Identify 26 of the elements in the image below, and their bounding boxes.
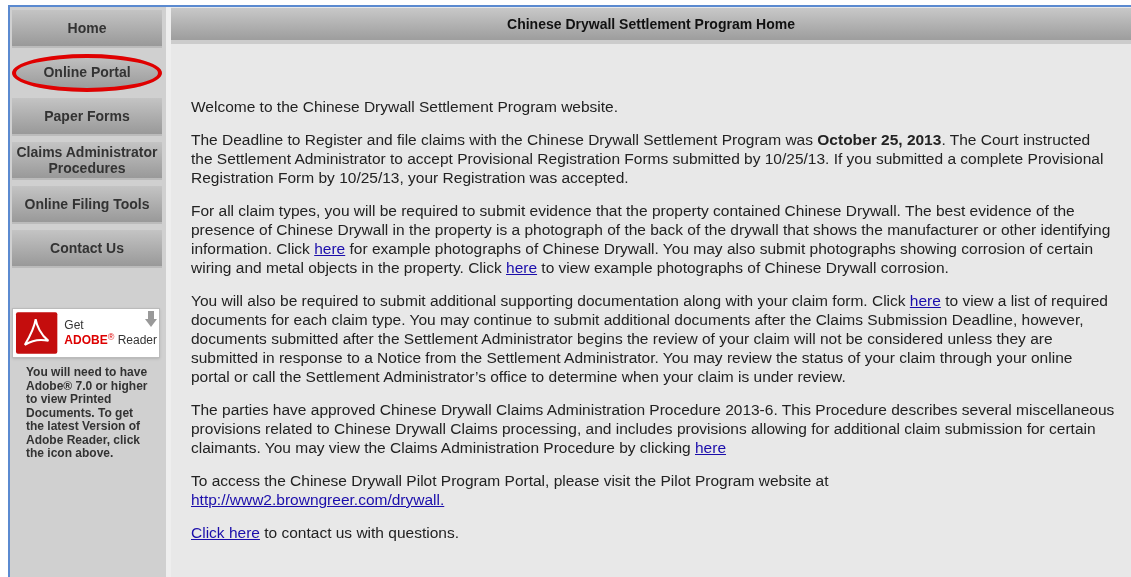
adobe-note: You will need to have Adobe® 7.0 or higher to view Printed Documents. To get the latest Version of Adobe Reader, click the icon above. <box>26 366 149 461</box>
paragraph: You will also be required to submit additional supporting documentation along with your claim form. Click here to view a list of required documents for each claim type. You may continue to submit additional documents after the Claims Submission Deadline, however, documents submitted after the Settlement Administrator begins the review of your claim will not be considered unless they are submitted in response to a Notice from the Settlement Administrator. You may review the status of your claim through your online portal or call the Settlement Administrator’s office to determine when your claim is under review. <box>191 291 1109 386</box>
paragraph: Welcome to the Chinese Drywall Settlement Program website. <box>191 97 619 116</box>
adobe-get-text: Get <box>64 318 84 333</box>
paragraph: The parties have approved Chinese Drywall Claims Administration Procedure 2013-6. This Procedure describes several miscellaneous provisions related to Chinese Drywall Claims processing, and includes provisions allowing for additional claim submission for certain claimants. You may view the Claims Administration Procedure by clicking here <box>191 400 1115 457</box>
nav-button[interactable]: Online Filing Tools <box>12 186 162 224</box>
paragraph: The Deadline to Register and file claims with the Chinese Drywall Settlement Program was October 25, 2013. The Court instructed the Settlement Administrator to accept Provisional Registration Forms submitted by 10/25/13. If you submitted a complete Provisional Registration Form by 10/25/13, your Registration was accepted. <box>191 130 1105 187</box>
download-arrow-icon <box>145 311 157 327</box>
paragraph: To access the Chinese Drywall Pilot Program Portal, please visit the Pilot Program website at http://www2.browngreer.com/drywall. <box>191 471 830 509</box>
pdf-logo-icon <box>15 311 59 355</box>
nav-button[interactable]: Online Portal <box>12 54 162 92</box>
nav-button[interactable]: Home <box>12 10 162 48</box>
nav-button[interactable]: Claims Administrator Procedures <box>12 142 162 180</box>
link[interactable]: here <box>314 240 346 257</box>
link[interactable]: Click here <box>191 524 260 541</box>
nav-button[interactable]: Paper Forms <box>12 98 162 136</box>
paragraph: Click here to contact us with questions. <box>191 523 460 542</box>
adobe-reader-text: ADOBE$^{®}$ Reader <box>64 333 157 348</box>
link[interactable]: http://www2.browngreer.com/drywall. <box>191 491 445 508</box>
link[interactable]: here <box>695 439 726 456</box>
link[interactable]: here <box>909 292 941 309</box>
nav-button[interactable]: Contact Us <box>12 230 162 268</box>
get-adobe-reader-button[interactable]: Get ADOBE$^{®}$ Reader <box>12 308 160 358</box>
page-title: Chinese Drywall Settlement Program Home <box>507 14 795 34</box>
link[interactable]: here <box>506 259 538 276</box>
paragraph: For all claim types, you will be required to submit evidence that the property contained Chinese Drywall. The best evidence of the presence of Chinese Drywall in the property is a photograph of the back of the drywall that shows the manufacturer or other identifying information. Click here for example photographs of Chinese Drywall. You may also submit photographs showing corrosion of certain wiring and metal objects in the property. Click here to view example photographs of Chinese Drywall corrosion. <box>191 201 1112 277</box>
